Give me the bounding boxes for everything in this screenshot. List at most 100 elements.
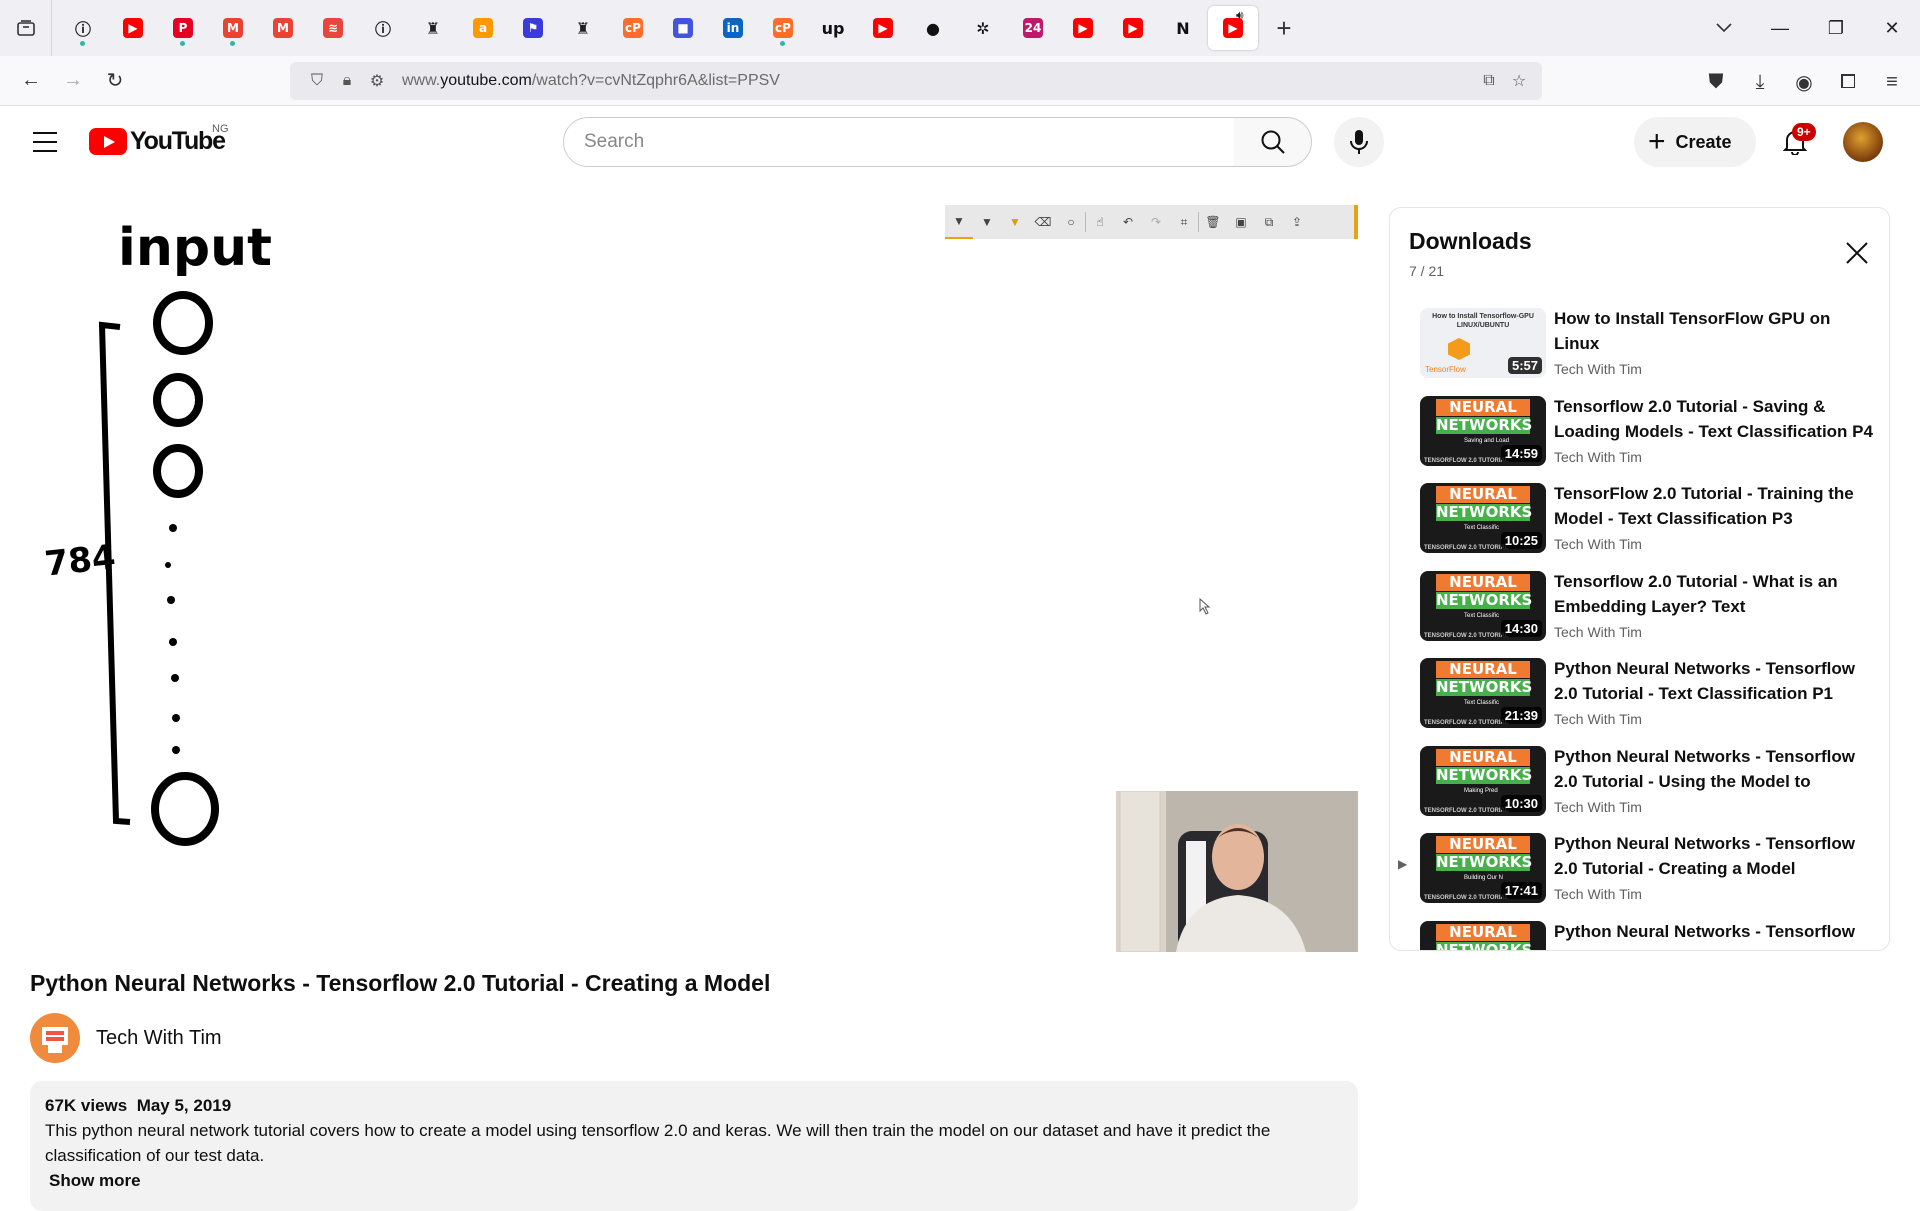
playlist-item[interactable]: NEURAL NETWORKS Saving and Load TENSORFLOW … [1390, 394, 1889, 482]
playlist-item[interactable]: How to Install Tensorflow-GPU LINUX/UBUN… [1390, 306, 1889, 394]
browser-tab[interactable]: ♜ [558, 6, 608, 50]
playlist-title[interactable]: Downloads [1409, 228, 1532, 255]
account-icon[interactable]: ◉ [1782, 62, 1826, 102]
browser-tab[interactable]: ■ [658, 6, 708, 50]
browser-tab[interactable]: ⚑ [508, 6, 558, 50]
account-avatar[interactable] [1843, 122, 1883, 162]
marker-tool-icon[interactable]: ▼ [973, 205, 1001, 239]
new-tab-button[interactable]: + [1264, 8, 1304, 48]
channel-name[interactable]: Tech With Tim [96, 1027, 222, 1050]
playlist-item-title[interactable]: Python Neural Networks - Tensorflow 2.0 … [1554, 831, 1874, 881]
close-window-button[interactable]: ✕ [1864, 0, 1920, 56]
browser-tab[interactable]: ▶ [1058, 6, 1108, 50]
tracking-shield-icon[interactable]: ⛉ [302, 66, 332, 96]
downloads-icon[interactable]: ⤓ [1738, 62, 1782, 102]
playlist-item-title[interactable]: Tensorflow 2.0 Tutorial - Saving & Loadi… [1554, 394, 1874, 444]
browser-tab[interactable]: 24 [1008, 6, 1058, 50]
pointer-tool-icon[interactable]: ☝ [1086, 205, 1114, 239]
playlist-item[interactable]: NEURAL NETWORKS Making Pred TENSORFLOW 2.0 … [1390, 744, 1889, 832]
save-icon[interactable]: ▣ [1227, 205, 1255, 239]
browser-tab[interactable]: ▶ [108, 6, 158, 50]
playlist-close-button[interactable] [1842, 238, 1872, 268]
redo-icon[interactable]: ↷ [1142, 205, 1170, 239]
video-thumbnail[interactable]: NEURAL NETWORKS Text Classific TENSORFLOW 2… [1420, 570, 1546, 641]
highlighter-tool-icon[interactable]: ▼ [1001, 205, 1029, 239]
video-player[interactable]: input 784 ▼ ▼ ▼ ⌫ ○ ☝ ↶ ↷ ⌗ 🗑︎ ▣ ⧉ ⇪ ✕ [30, 205, 1358, 952]
browser-tab[interactable]: N [1158, 6, 1208, 50]
list-all-tabs-button[interactable] [1696, 0, 1752, 56]
playlist-item[interactable]: NEURAL NETWORKS Text Classific TENSORFLOW 2… [1390, 656, 1889, 744]
browser-tab[interactable]: a [458, 6, 508, 50]
video-thumbnail[interactable]: NEURALNETWORKSTENSORFLOW 2.0 TUTORIAL [1420, 920, 1546, 950]
picture-in-picture-icon[interactable]: ⧉ [1474, 66, 1504, 96]
video-thumbnail[interactable]: NEURAL NETWORKS Building Our N TENSORFLOW 2… [1420, 833, 1546, 903]
url-text[interactable]: www.youtube.com/watch?v=cvNtZqphr6A&list… [402, 72, 780, 90]
description-box[interactable]: 67K views May 5, 2019 This python neural… [30, 1081, 1358, 1211]
playlist-item-title[interactable]: Python Neural Networks - Tensorflow 2.0 … [1554, 744, 1874, 794]
annotation-close-button[interactable]: ✕ [1354, 205, 1358, 239]
browser-tab[interactable]: ≋ [308, 6, 358, 50]
playlist-item-title[interactable]: How to Install TensorFlow GPU on Linux [1554, 306, 1874, 356]
playlist-item-title[interactable]: Python Neural Networks - Tensorflow 2.0 … [1554, 656, 1874, 706]
video-thumbnail[interactable]: How to Install Tensorflow-GPU LINUX/UBUN… [1420, 308, 1546, 378]
browser-tab[interactable]: ▶ [858, 6, 908, 50]
browser-tab[interactable]: ⓘ [358, 6, 408, 50]
bookmark-star-icon[interactable]: ☆ [1504, 66, 1534, 96]
browser-tab[interactable]: ▶ 🔊︎ [1208, 6, 1258, 50]
channel-avatar[interactable] [30, 1013, 80, 1063]
playlist-item-title[interactable]: TensorFlow 2.0 Tutorial - Training the M… [1554, 481, 1874, 531]
playlist-item-channel[interactable]: Tech With Tim [1554, 886, 1874, 902]
lock-icon[interactable]: 🔒︎ [332, 66, 362, 96]
voice-search-button[interactable] [1334, 117, 1384, 167]
share-icon[interactable]: ⇪ [1283, 205, 1311, 239]
playlist-item[interactable]: NEURAL NETWORKS Text Classific TENSORFLOW 2… [1390, 481, 1889, 569]
browser-tab[interactable]: M [208, 6, 258, 50]
address-bar[interactable]: ⛉ 🔒︎ ⚙︎ www.youtube.com/watch?v=cvNtZqph… [290, 62, 1542, 100]
browser-tab[interactable]: M [258, 6, 308, 50]
browser-tab[interactable]: ✲ [958, 6, 1008, 50]
youtube-logo[interactable]: YouTube NG [89, 123, 229, 156]
browser-tab[interactable]: ● [908, 6, 958, 50]
playlist-item-title[interactable]: Python Neural Networks - Tensorflow 2.0 … [1554, 919, 1874, 951]
playlist-item-channel[interactable]: Tech With Tim [1554, 449, 1874, 465]
crop-icon[interactable]: ⌗ [1170, 205, 1198, 239]
shape-tool-icon[interactable]: ○ [1057, 205, 1085, 239]
video-thumbnail[interactable]: NEURAL NETWORKS Saving and Load TENSORFLOW … [1420, 395, 1546, 466]
show-more-button[interactable]: Show more [49, 1168, 1343, 1193]
browser-tab[interactable]: cP [758, 6, 808, 50]
back-button[interactable]: ← [10, 61, 52, 101]
browser-tab[interactable]: cP [608, 6, 658, 50]
playlist-item-channel[interactable]: Tech With Tim [1554, 361, 1874, 377]
playlist-item-channel[interactable]: Tech With Tim [1554, 536, 1874, 552]
playlist-item[interactable]: ▶ NEURAL NETWORKS Building Our N TENSORFLOW … [1390, 831, 1889, 919]
restore-button[interactable]: ❐ [1808, 0, 1864, 56]
browser-tab[interactable]: ⓘ [58, 6, 108, 50]
playlist-item-title[interactable]: Tensorflow 2.0 Tutorial - What is an Emb… [1554, 569, 1874, 619]
playlist-item[interactable]: NEURAL NETWORKS Text Classific TENSORFLOW 2… [1390, 569, 1889, 657]
eraser-tool-icon[interactable]: ⌫ [1029, 205, 1057, 239]
guide-menu-button[interactable] [28, 129, 62, 155]
tab-list-button[interactable] [0, 0, 52, 56]
forward-button[interactable]: → [52, 61, 94, 101]
copy-icon[interactable]: ⧉ [1255, 205, 1283, 239]
browser-tab[interactable]: ♜ [408, 6, 458, 50]
pocket-icon[interactable]: ⛊ [1694, 62, 1738, 102]
browser-tab[interactable]: up [808, 6, 858, 50]
reload-button[interactable]: ↻ [94, 61, 136, 101]
browser-tab[interactable]: P [158, 6, 208, 50]
menu-icon[interactable]: ≡ [1870, 62, 1914, 102]
playlist-item-channel[interactable]: Tech With Tim [1554, 711, 1874, 727]
search-input[interactable]: Search [563, 117, 1235, 167]
playlist-item[interactable]: NEURALNETWORKSTENSORFLOW 2.0 TUTORIAL Pyt… [1390, 919, 1889, 951]
browser-tab[interactable]: ▶ [1108, 6, 1158, 50]
video-thumbnail[interactable]: NEURAL NETWORKS Text Classific TENSORFLOW 2… [1420, 658, 1546, 728]
speaker-playing-icon[interactable]: 🔊︎ [1236, 8, 1244, 23]
video-thumbnail[interactable]: NEURAL NETWORKS Making Pred TENSORFLOW 2.0 … [1420, 745, 1546, 816]
minimize-button[interactable]: — [1752, 0, 1808, 56]
playlist-item-channel[interactable]: Tech With Tim [1554, 624, 1874, 640]
video-thumbnail[interactable]: NEURAL NETWORKS Text Classific TENSORFLOW 2… [1420, 483, 1546, 553]
permissions-icon[interactable]: ⚙︎ [362, 66, 392, 96]
browser-tab[interactable]: in [708, 6, 758, 50]
search-button[interactable] [1234, 117, 1312, 167]
trash-icon[interactable]: 🗑︎ [1199, 205, 1227, 239]
